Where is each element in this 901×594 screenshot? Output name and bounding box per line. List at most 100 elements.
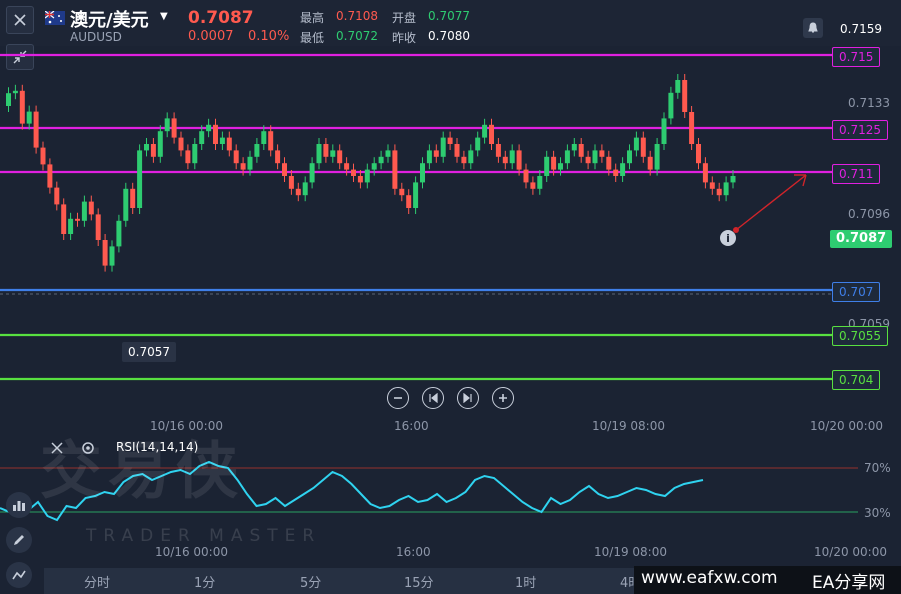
candle-body — [406, 195, 412, 208]
trend-arrow-line — [735, 174, 807, 231]
tab-timeshare[interactable]: 分时 — [84, 572, 110, 591]
current-price-label: 0.7087 — [830, 230, 893, 248]
candle-body — [440, 137, 446, 157]
bell-icon — [808, 22, 818, 33]
candle-body — [75, 218, 80, 221]
candle-body — [226, 137, 232, 151]
candle-body — [330, 150, 336, 157]
skip-back-icon — [429, 393, 438, 403]
candle-body — [337, 150, 343, 164]
candle-body — [178, 137, 184, 151]
close-icon — [14, 14, 26, 26]
candle-body — [447, 137, 453, 144]
level-label-0704: 0.704 — [832, 370, 881, 390]
candle-body — [482, 124, 488, 138]
tab-5min[interactable]: 5分 — [300, 572, 321, 591]
candle-body — [364, 169, 370, 183]
rsi-close-icon[interactable] — [50, 440, 64, 459]
zoom-out-button[interactable] — [387, 387, 409, 409]
arrow-anchor-dot — [733, 227, 739, 233]
tab-1min[interactable]: 1分 — [194, 572, 215, 591]
candle-body — [157, 131, 163, 157]
level-label-07125: 0.7125 — [832, 120, 888, 140]
candle-body — [606, 156, 612, 170]
candlestick-chart[interactable]: i — [0, 46, 901, 390]
candle-body — [564, 150, 570, 164]
tab-1hour[interactable]: 1时 — [515, 572, 536, 591]
scroll-start-button[interactable] — [422, 387, 444, 409]
candle-body — [551, 156, 557, 170]
candle-body — [268, 131, 274, 151]
time-tick-3: 10/20 00:00 — [810, 419, 883, 433]
high-value: 0.7108 — [336, 9, 378, 23]
candle-body — [275, 150, 281, 164]
candle-body — [54, 187, 60, 205]
level-label-0707: 0.707 — [832, 282, 881, 302]
time-tick-2: 10/19 08:00 — [592, 419, 665, 433]
price-change: 0.0007 — [188, 29, 234, 44]
indicator-button[interactable] — [6, 492, 32, 518]
price-change-percent: 0.10% — [248, 29, 290, 44]
candle-body — [240, 163, 246, 170]
candle-body — [420, 163, 425, 183]
candle-body — [454, 144, 460, 157]
zoom-in-button[interactable] — [492, 387, 514, 409]
candle-body — [592, 150, 598, 164]
candle-body — [647, 156, 653, 170]
close-button[interactable] — [6, 6, 34, 34]
candle-body — [164, 118, 170, 132]
low-label: 最低 — [300, 31, 325, 45]
candle-body — [219, 137, 225, 144]
candle-body — [95, 214, 101, 240]
level-label-07055: 0.7055 — [832, 326, 888, 346]
candle-body — [88, 201, 94, 215]
candle-body — [523, 169, 529, 183]
candle-body — [578, 144, 584, 157]
site-name: EA分享网 — [812, 573, 886, 593]
candle-body — [716, 188, 722, 196]
rsi-settings-icon[interactable] — [80, 440, 96, 460]
tab-15min[interactable]: 15分 — [404, 572, 434, 591]
rsi-time-tick-1: 16:00 — [396, 545, 431, 559]
rsi-upper-label: 70% — [864, 461, 891, 475]
candle-body — [516, 150, 522, 170]
candle-body — [171, 118, 177, 138]
candle-body — [530, 182, 536, 189]
line-tool-button[interactable] — [6, 562, 32, 588]
low-value: 0.7072 — [336, 29, 378, 43]
candle-body — [585, 156, 591, 164]
candle-body — [709, 182, 715, 189]
candle-body — [413, 182, 419, 208]
plus-icon — [499, 394, 507, 402]
candle-body — [461, 156, 467, 164]
candle-body — [247, 156, 253, 170]
candle-body — [633, 137, 639, 151]
symbol-name[interactable]: 澳元/美元 — [70, 6, 149, 32]
minus-icon — [394, 397, 402, 399]
candle-body — [40, 147, 46, 165]
candle-body — [102, 240, 108, 266]
candle-body — [489, 124, 494, 144]
symbol-dropdown-icon[interactable]: ▼ — [160, 11, 168, 22]
info-icon-glyph: i — [726, 232, 730, 245]
candle-body — [282, 163, 287, 176]
candle-body — [150, 144, 156, 157]
alert-button[interactable] — [803, 18, 823, 38]
candle-body — [144, 144, 149, 151]
candle-body — [668, 92, 674, 119]
candle-body — [675, 80, 681, 93]
candle-body — [309, 163, 315, 183]
candle-body — [351, 169, 356, 176]
rsi-lower-label: 30% — [864, 506, 891, 520]
draw-tool-button[interactable] — [6, 527, 32, 553]
open-value: 0.7077 — [428, 9, 470, 23]
pencil-icon — [14, 535, 24, 545]
candle-body — [61, 204, 67, 234]
trend-line-icon — [12, 570, 26, 580]
candle-body — [723, 182, 729, 196]
prev-close-label: 昨收 — [392, 31, 417, 45]
level-label-0715: 0.715 — [832, 47, 881, 67]
candle-body — [399, 188, 405, 196]
scroll-end-button[interactable] — [457, 387, 479, 409]
candle-body — [33, 111, 39, 148]
